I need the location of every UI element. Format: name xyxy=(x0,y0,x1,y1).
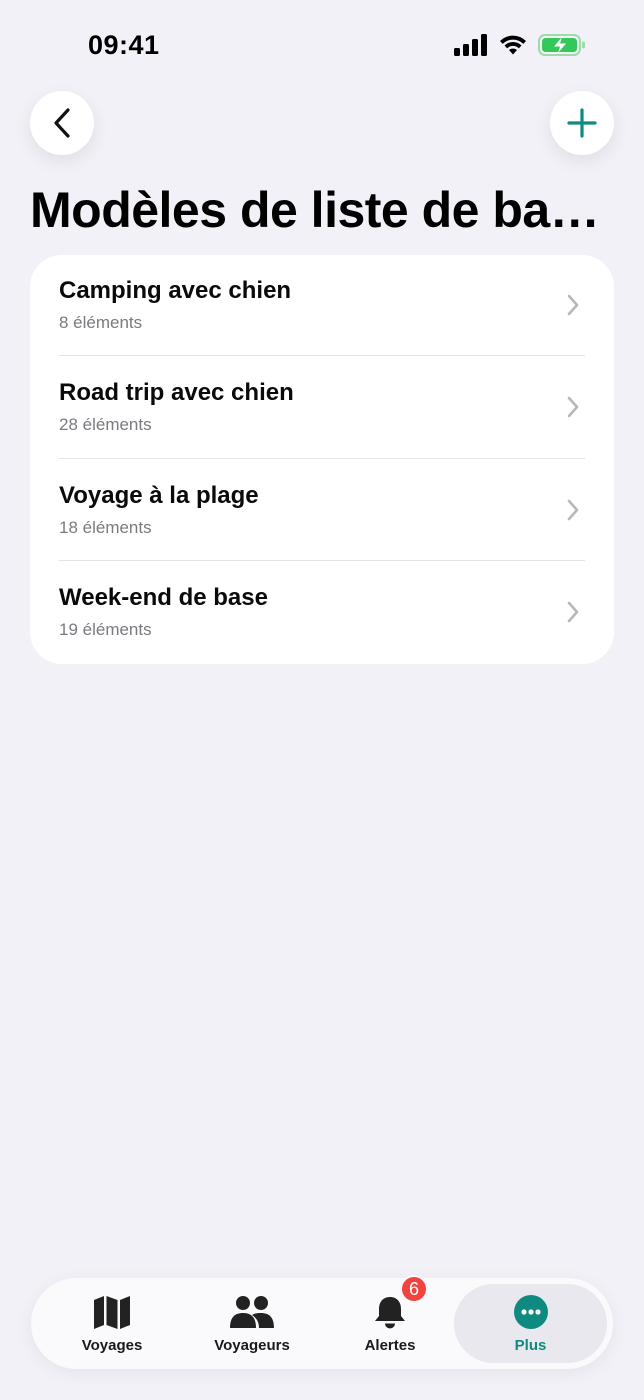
tab-label: Alertes xyxy=(364,1337,416,1354)
tab-plus[interactable]: Plus xyxy=(454,1284,607,1363)
template-count: 28 éléments xyxy=(59,415,152,434)
status-icons xyxy=(454,34,586,56)
template-title: Week-end de base xyxy=(59,584,268,611)
tab-label: Voyages xyxy=(81,1337,143,1354)
page-title: Modèles de liste de bagages xyxy=(30,182,615,238)
add-template-button[interactable] xyxy=(550,91,614,155)
template-item-road-trip-avec-chien[interactable]: Road trip avec chien 28 éléments xyxy=(30,357,614,459)
template-count: 8 éléments xyxy=(59,313,143,332)
tab-label: Voyageurs xyxy=(214,1337,290,1354)
template-item-voyage-a-la-plage[interactable]: Voyage à la plage 18 éléments xyxy=(30,460,614,562)
status-bar: 09:41 xyxy=(0,0,644,96)
people-icon xyxy=(230,1296,274,1328)
tab-label: Plus xyxy=(514,1337,547,1354)
tab-bar: Voyages Voyageurs 6 Alertes Plus xyxy=(31,1275,613,1369)
chevron-left-icon xyxy=(54,108,70,138)
template-list: Camping avec chien 8 éléments Road trip … xyxy=(30,255,614,664)
template-item-camping-avec-chien[interactable]: Camping avec chien 8 éléments xyxy=(30,255,614,357)
template-title: Voyage à la plage xyxy=(59,482,259,509)
cellular-signal-icon xyxy=(454,34,487,56)
more-icon xyxy=(513,1295,548,1329)
back-button[interactable] xyxy=(30,91,94,155)
plus-icon xyxy=(567,108,597,138)
chevron-right-icon xyxy=(567,499,579,521)
chevron-right-icon xyxy=(567,601,579,623)
map-icon xyxy=(94,1296,130,1329)
wifi-icon xyxy=(500,35,526,55)
divider xyxy=(59,355,585,356)
template-count: 18 éléments xyxy=(59,518,152,537)
template-count: 19 éléments xyxy=(59,620,152,639)
tab-voyageurs[interactable]: Voyageurs xyxy=(181,1278,323,1369)
chevron-right-icon xyxy=(567,294,579,316)
tab-voyages[interactable]: Voyages xyxy=(43,1278,181,1369)
battery-charging-icon xyxy=(538,34,585,56)
alert-badge: 6 xyxy=(400,1275,428,1303)
divider xyxy=(59,458,585,459)
chevron-right-icon xyxy=(567,396,579,418)
bell-icon xyxy=(375,1297,405,1329)
divider xyxy=(59,560,585,561)
status-time: 09:41 xyxy=(88,30,160,60)
template-title: Camping avec chien xyxy=(59,277,292,304)
tab-alertes[interactable]: 6 Alertes xyxy=(323,1275,457,1369)
template-item-week-end-de-base[interactable]: Week-end de base 19 éléments xyxy=(30,562,614,664)
template-title: Road trip avec chien xyxy=(59,379,294,406)
